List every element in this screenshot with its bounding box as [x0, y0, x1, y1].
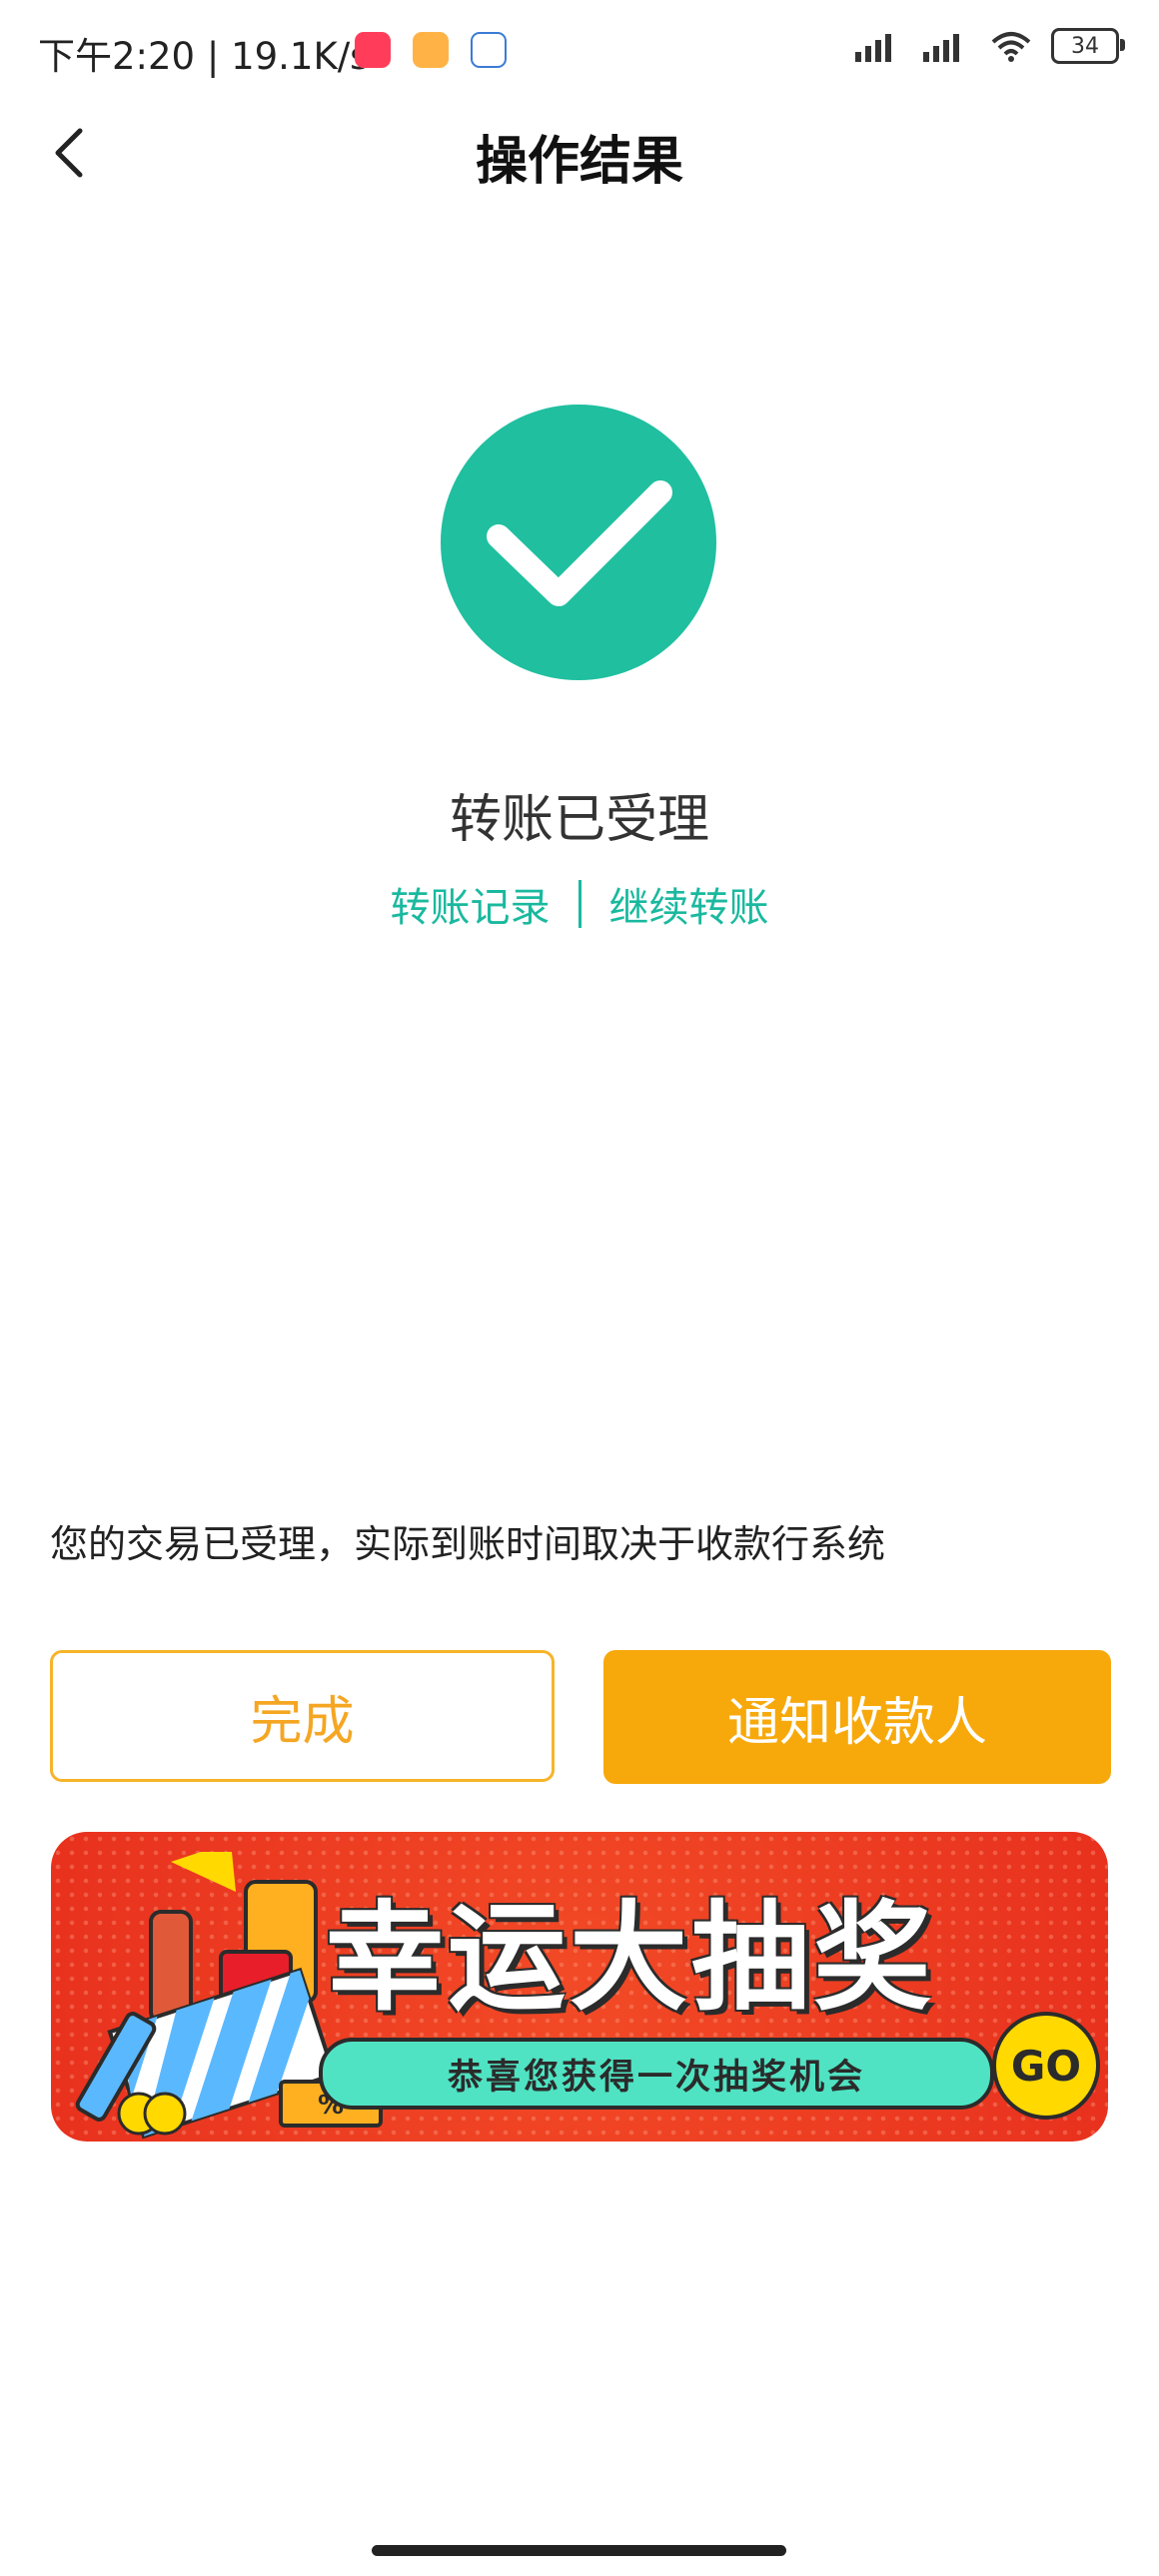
- result-links: 转账记录 继续转账: [0, 875, 1159, 933]
- banner-title: 幸运大抽奖: [326, 1889, 936, 2027]
- signal-icon: [923, 34, 959, 62]
- notify-payee-button[interactable]: 通知收款人: [603, 1650, 1111, 1784]
- status-bar: 下午2:20 | 19.1K/s 34: [0, 0, 1159, 105]
- go-button[interactable]: GO: [992, 2012, 1100, 2120]
- lottery-banner[interactable]: % 幸运大抽奖 恭喜您获得一次抽奖机会 GO: [51, 1832, 1108, 2142]
- status-indicators: 34: [853, 28, 1125, 64]
- app-notification-icon: [413, 32, 449, 68]
- signal-icon: [855, 34, 891, 62]
- link-divider: [578, 880, 581, 928]
- nav-bar: 操作结果: [0, 105, 1159, 195]
- home-indicator[interactable]: [372, 2545, 786, 2556]
- app-notification-icon: [355, 32, 391, 68]
- page-title: 操作结果: [475, 132, 683, 192]
- transfer-records-link[interactable]: 转账记录: [391, 875, 551, 933]
- battery-icon: 34: [1051, 28, 1125, 64]
- result-title: 转账已受理: [449, 790, 709, 850]
- done-button[interactable]: 完成: [50, 1650, 555, 1782]
- success-check-icon: [441, 405, 716, 680]
- notice-text: 您的交易已受理，实际到账时间取决于收款行系统: [50, 1522, 886, 1566]
- wifi-icon: [991, 32, 1031, 62]
- banner-subtitle: 恭喜您获得一次抽奖机会: [319, 2038, 994, 2110]
- app-notification-icon: [471, 32, 507, 68]
- notification-icons: [355, 32, 507, 68]
- continue-transfer-link[interactable]: 继续转账: [609, 875, 769, 933]
- status-time: 下午2:20 | 19.1K/s: [38, 35, 370, 78]
